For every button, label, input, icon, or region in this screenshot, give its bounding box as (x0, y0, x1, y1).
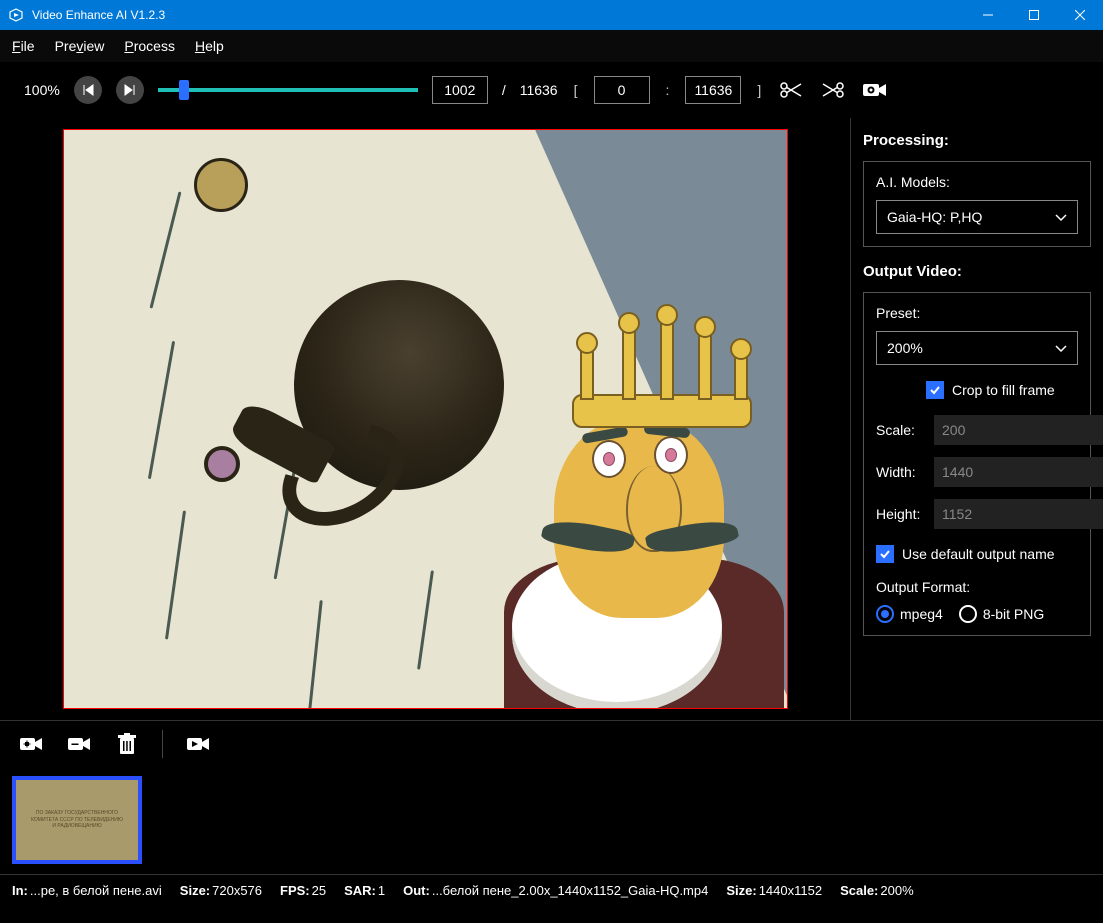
thumbnail-item[interactable]: ПО ЗАКАЗУ ГОСУДАРСТВЕННОГО КОМИТЕТА СССР… (12, 776, 142, 864)
in-size-value: 720x576 (212, 883, 262, 898)
sar-value: 1 (378, 883, 385, 898)
add-video-icon[interactable] (18, 731, 44, 757)
trash-icon[interactable] (114, 731, 140, 757)
range-end-input[interactable]: 11636 (685, 76, 741, 104)
format-mpeg4-option[interactable]: mpeg4 (876, 605, 943, 623)
close-button[interactable] (1057, 0, 1103, 30)
thumbnail-strip: ПО ЗАКАЗУ ГОСУДАРСТВЕННОГО КОМИТЕТА СССР… (0, 766, 1103, 874)
scale-input[interactable] (934, 415, 1103, 445)
format-mpeg4-label: mpeg4 (900, 606, 943, 622)
status-bar: In: ...ре, в белой пене.avi Size: 720x57… (0, 874, 1103, 906)
video-preview-area (0, 118, 851, 720)
width-input[interactable] (934, 457, 1103, 487)
current-frame-input[interactable]: 1002 (432, 76, 488, 104)
video-frame[interactable] (63, 129, 788, 709)
out-size-value: 1440x1152 (759, 883, 822, 898)
processing-title: Processing: (863, 132, 1091, 149)
next-frame-button[interactable] (116, 76, 144, 104)
crop-label: Crop to fill frame (952, 382, 1055, 398)
fps-value: 25 (312, 883, 326, 898)
crop-checkbox[interactable] (926, 381, 944, 399)
frame-slider[interactable] (158, 76, 418, 104)
default-name-label: Use default output name (902, 546, 1055, 562)
ai-models-group: A.I. Models: Gaia-HQ: P,HQ (863, 161, 1091, 247)
ai-models-label: A.I. Models: (876, 174, 1078, 190)
range-start-input[interactable]: 0 (594, 76, 650, 104)
radio-icon (959, 605, 977, 623)
prev-frame-button[interactable] (74, 76, 102, 104)
output-video-title: Output Video: (863, 263, 1091, 280)
toolbar-divider (162, 730, 163, 758)
range-colon: : (666, 82, 670, 98)
height-input[interactable] (934, 499, 1103, 529)
out-size-label: Size: (726, 883, 756, 898)
camera-eye-icon[interactable] (861, 76, 889, 104)
out-value: ...белой пене_2.00x_1440x1152_Gaia-HQ.mp… (432, 883, 709, 898)
fps-label: FPS: (280, 883, 310, 898)
window-title: Video Enhance AI V1.2.3 (32, 8, 165, 22)
settings-sidebar: Processing: A.I. Models: Gaia-HQ: P,HQ O… (851, 118, 1103, 720)
radio-icon (876, 605, 894, 623)
in-value: ...ре, в белой пене.avi (30, 883, 162, 898)
cut-start-icon[interactable] (777, 76, 805, 104)
total-frames: 11636 (520, 82, 558, 98)
format-label: Output Format: (876, 579, 1078, 595)
in-label: In: (12, 883, 28, 898)
frame-separator: / (502, 82, 506, 98)
chevron-down-icon (1055, 340, 1067, 356)
range-close-bracket: ] (757, 82, 761, 98)
out-label: Out: (403, 883, 430, 898)
scale-label: Scale: (840, 883, 878, 898)
menu-process[interactable]: Process (124, 38, 175, 54)
scale-value: 200% (880, 883, 913, 898)
width-label: Width: (876, 464, 926, 480)
format-png-option[interactable]: 8-bit PNG (959, 605, 1044, 623)
scale-label: Scale: (876, 422, 926, 438)
in-size-label: Size: (180, 883, 210, 898)
sar-label: SAR: (344, 883, 376, 898)
ai-model-select[interactable]: Gaia-HQ: P,HQ (876, 200, 1078, 234)
thumbnail-text: ПО ЗАКАЗУ ГОСУДАРСТВЕННОГО КОМИТЕТА СССР… (31, 810, 123, 830)
window-titlebar: Video Enhance AI V1.2.3 (0, 0, 1103, 30)
minimize-button[interactable] (965, 0, 1011, 30)
cut-end-icon[interactable] (819, 76, 847, 104)
chevron-down-icon (1055, 209, 1067, 225)
menu-preview[interactable]: Preview (55, 38, 105, 54)
menu-bar: File Preview Process Help (0, 30, 1103, 62)
format-png-label: 8-bit PNG (983, 606, 1044, 622)
app-icon (8, 7, 24, 23)
output-video-group: Preset: 200% Crop to fill frame Scale: %… (863, 292, 1091, 636)
zoom-level: 100% (24, 82, 60, 98)
playback-toolbar: 100% 1002 / 11636 [ 0 : 11636 ] (0, 62, 1103, 118)
menu-help[interactable]: Help (195, 38, 224, 54)
range-open-bracket: [ (574, 82, 578, 98)
menu-file[interactable]: File (12, 38, 35, 54)
preset-value: 200% (887, 340, 923, 356)
preset-select[interactable]: 200% (876, 331, 1078, 365)
play-video-icon[interactable] (185, 731, 211, 757)
remove-video-icon[interactable] (66, 731, 92, 757)
height-label: Height: (876, 506, 926, 522)
maximize-button[interactable] (1011, 0, 1057, 30)
preset-label: Preset: (876, 305, 1078, 321)
default-name-checkbox[interactable] (876, 545, 894, 563)
bottom-toolbar (0, 720, 1103, 766)
ai-model-value: Gaia-HQ: P,HQ (887, 209, 982, 225)
